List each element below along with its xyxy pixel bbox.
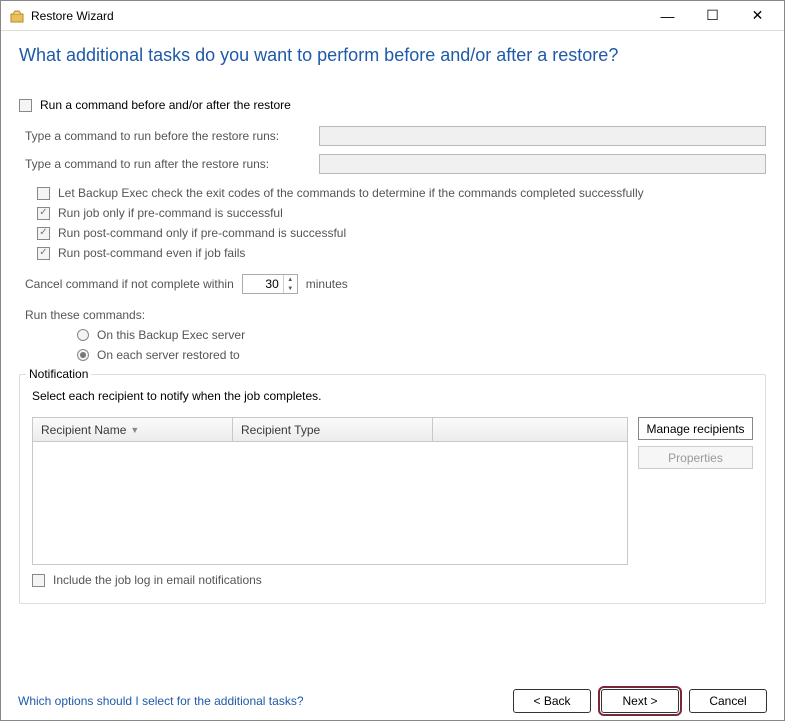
radio-server[interactable] [77, 329, 89, 341]
after-command-input[interactable] [319, 154, 766, 174]
radio-server-label: On this Backup Exec server [97, 328, 245, 342]
help-link[interactable]: Which options should I select for the ad… [18, 694, 304, 708]
spin-up-icon[interactable]: ▲ [284, 275, 297, 284]
before-command-row: Type a command to run before the restore… [19, 126, 766, 146]
close-button[interactable]: ✕ [735, 1, 780, 31]
post-even-fail-row[interactable]: Run post-command even if job fails [19, 246, 766, 260]
include-log-label: Include the job log in email notificatio… [53, 573, 262, 587]
back-button[interactable]: < Back [513, 689, 591, 713]
post-if-pre-checkbox[interactable] [37, 227, 50, 240]
run-these-label: Run these commands: [19, 308, 766, 322]
pre-success-checkbox[interactable] [37, 207, 50, 220]
commands-section: Run a command before and/or after the re… [19, 98, 766, 604]
col-recipient-type[interactable]: Recipient Type [233, 418, 433, 441]
run-command-label: Run a command before and/or after the re… [40, 98, 291, 112]
radio-each[interactable] [77, 349, 89, 361]
include-log-checkbox[interactable] [32, 574, 45, 587]
titlebar: Restore Wizard — ☐ ✕ [1, 1, 784, 31]
sort-desc-icon: ▼ [130, 425, 139, 435]
pre-success-row[interactable]: Run job only if pre-command is successfu… [19, 206, 766, 220]
notification-help: Select each recipient to notify when the… [32, 389, 753, 403]
next-button[interactable]: Next > [601, 689, 679, 713]
post-if-pre-row[interactable]: Run post-command only if pre-command is … [19, 226, 766, 240]
timeout-input[interactable] [243, 276, 283, 292]
wizard-buttons: < Back Next > Cancel [513, 689, 767, 713]
content: What additional tasks do you want to per… [1, 31, 784, 604]
minimize-button[interactable]: — [645, 1, 690, 31]
recipients-table[interactable]: Recipient Name ▼ Recipient Type [32, 417, 628, 565]
post-if-pre-label: Run post-command only if pre-command is … [58, 226, 346, 240]
post-even-fail-checkbox[interactable] [37, 247, 50, 260]
after-command-label: Type a command to run after the restore … [19, 157, 319, 171]
maximize-button[interactable]: ☐ [690, 1, 735, 31]
radio-server-row[interactable]: On this Backup Exec server [19, 328, 766, 342]
col-recipient-name[interactable]: Recipient Name ▼ [33, 418, 233, 441]
timeout-row: Cancel command if not complete within ▲ … [19, 274, 766, 294]
properties-button: Properties [638, 446, 753, 469]
col-blank [433, 418, 627, 441]
radio-each-row[interactable]: On each server restored to [19, 348, 766, 362]
app-icon [9, 8, 25, 24]
run-command-checkbox-row[interactable]: Run a command before and/or after the re… [19, 98, 766, 112]
cancel-button[interactable]: Cancel [689, 689, 767, 713]
check-exit-label: Let Backup Exec check the exit codes of … [58, 186, 644, 200]
notification-fieldset: Notification Select each recipient to no… [19, 374, 766, 604]
run-command-checkbox[interactable] [19, 99, 32, 112]
include-log-row[interactable]: Include the job log in email notificatio… [32, 573, 753, 587]
notification-buttons: Manage recipients Properties [638, 417, 753, 565]
window-controls: — ☐ ✕ [645, 1, 780, 31]
spin-down-icon[interactable]: ▼ [284, 284, 297, 293]
before-command-label: Type a command to run before the restore… [19, 129, 319, 143]
post-even-fail-label: Run post-command even if job fails [58, 246, 245, 260]
pre-success-label: Run job only if pre-command is successfu… [58, 206, 283, 220]
page-title: What additional tasks do you want to per… [19, 45, 766, 66]
before-command-input[interactable] [319, 126, 766, 146]
footer: Which options should I select for the ad… [18, 689, 767, 713]
timeout-spinner[interactable]: ▲ ▼ [242, 274, 298, 294]
recipients-table-header: Recipient Name ▼ Recipient Type [33, 418, 627, 442]
manage-recipients-button[interactable]: Manage recipients [638, 417, 753, 440]
timeout-label-left: Cancel command if not complete within [25, 277, 234, 291]
check-exit-row[interactable]: Let Backup Exec check the exit codes of … [19, 186, 766, 200]
window-title: Restore Wizard [31, 9, 645, 23]
notification-legend: Notification [26, 367, 91, 381]
check-exit-checkbox[interactable] [37, 187, 50, 200]
after-command-row: Type a command to run after the restore … [19, 154, 766, 174]
radio-each-label: On each server restored to [97, 348, 240, 362]
timeout-label-right: minutes [306, 277, 348, 291]
